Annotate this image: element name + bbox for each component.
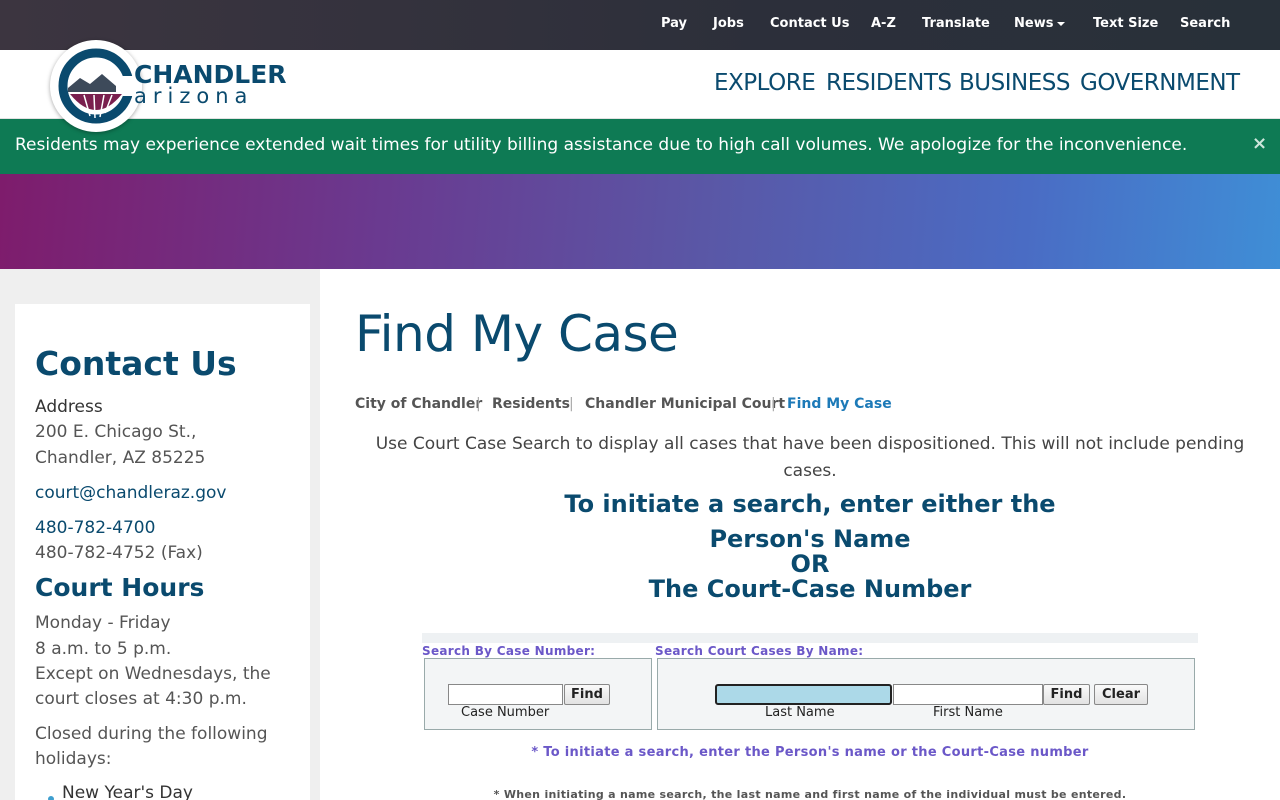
alert-message: Residents may experience extended wait t… [15,135,1188,155]
email-link[interactable]: court@chandleraz.gov [35,483,226,503]
breadcrumb-residents[interactable]: Residents [492,396,570,412]
utility-link-contact-us[interactable]: Contact Us [770,16,849,31]
breadcrumb-separator: | [771,396,776,412]
intro-text: Use Court Case Search to display all cas… [375,434,1245,481]
last-name-label: Last Name [765,705,835,720]
name-search-requirement: * When initiating a name search, the las… [493,788,1127,800]
address-line-1: 200 E. Chicago St., [35,422,197,442]
hours-days: Monday - Friday [35,613,171,633]
instruction-line-4: The Court-Case Number [648,575,972,603]
closed-note-1: Closed during the following [35,724,268,744]
clear-button[interactable]: Clear [1094,684,1148,705]
last-name-input[interactable] [715,684,892,705]
case-number-input[interactable] [448,684,563,705]
utility-link-a-z[interactable]: A-Z [871,16,896,31]
court-hours-heading: Court Hours [35,573,205,602]
breadcrumb-separator: | [569,396,574,412]
news-label: News [1014,16,1054,31]
name-search-legend: Search Court Cases By Name: [655,644,864,658]
case-find-button[interactable]: Find [564,684,610,705]
logo-wordmark-arizona[interactable]: arizona [134,84,253,108]
search-hint: * To initiate a search, enter the Person… [531,745,1089,760]
utility-dropdown-news[interactable]: News [1014,16,1066,31]
instruction-line-3: OR [790,550,830,578]
hours-exception-1: Except on Wednesdays, the [35,664,271,684]
utility-link-jobs[interactable]: Jobs [713,16,744,31]
first-name-input[interactable] [893,684,1043,705]
caret-down-icon [1057,21,1066,26]
nav-government[interactable]: GOVERNMENT [1080,70,1240,96]
search-form-header [422,633,1198,643]
hero-banner [0,174,1280,269]
nav-explore[interactable]: EXPLORE [714,70,816,96]
utility-link-text-size[interactable]: Text Size [1093,16,1158,31]
close-icon[interactable]: × [1252,133,1267,154]
hours-time: 8 a.m. to 5 p.m. [35,639,172,659]
utility-bar: Pay Jobs Contact Us A-Z Translate News T… [0,0,1280,50]
utility-link-translate[interactable]: Translate [922,16,990,31]
nav-business[interactable]: BUSINESS [959,70,1070,96]
instruction-line-1: To initiate a search, enter either the [564,490,1056,518]
contact-heading: Contact Us [35,344,237,383]
closed-note-2: holidays: [35,749,112,769]
case-number-label: Case Number [461,705,550,720]
breadcrumb-separator: | [476,396,481,412]
case-search-legend: Search By Case Number: [422,644,596,658]
first-name-label: First Name [933,705,1003,720]
fax-number: 480-782-4752 (Fax) [35,543,203,563]
breadcrumb-current-page: Find My Case [787,396,892,412]
nav-residents[interactable]: RESIDENTS [826,70,952,96]
address-label: Address [35,397,103,417]
bullet-icon [48,796,54,800]
chandler-logo-icon[interactable] [50,40,142,132]
utility-link-pay[interactable]: Pay [661,16,687,31]
page-title: Find My Case [355,305,679,363]
address-line-2: Chandler, AZ 85225 [35,448,206,468]
breadcrumb-city-of-chandler[interactable]: City of Chandler [355,396,482,412]
phone-link[interactable]: 480-782-4700 [35,518,155,538]
breadcrumb-municipal-court[interactable]: Chandler Municipal Court [585,396,785,412]
utility-link-search[interactable]: Search [1180,16,1230,31]
hours-exception-2: court closes at 4:30 p.m. [35,689,247,709]
logo-emblem-icon [58,48,142,124]
name-find-button[interactable]: Find [1043,684,1090,705]
holiday-item: New Year's Day [62,783,193,800]
instruction-line-2: Person's Name [709,525,911,553]
